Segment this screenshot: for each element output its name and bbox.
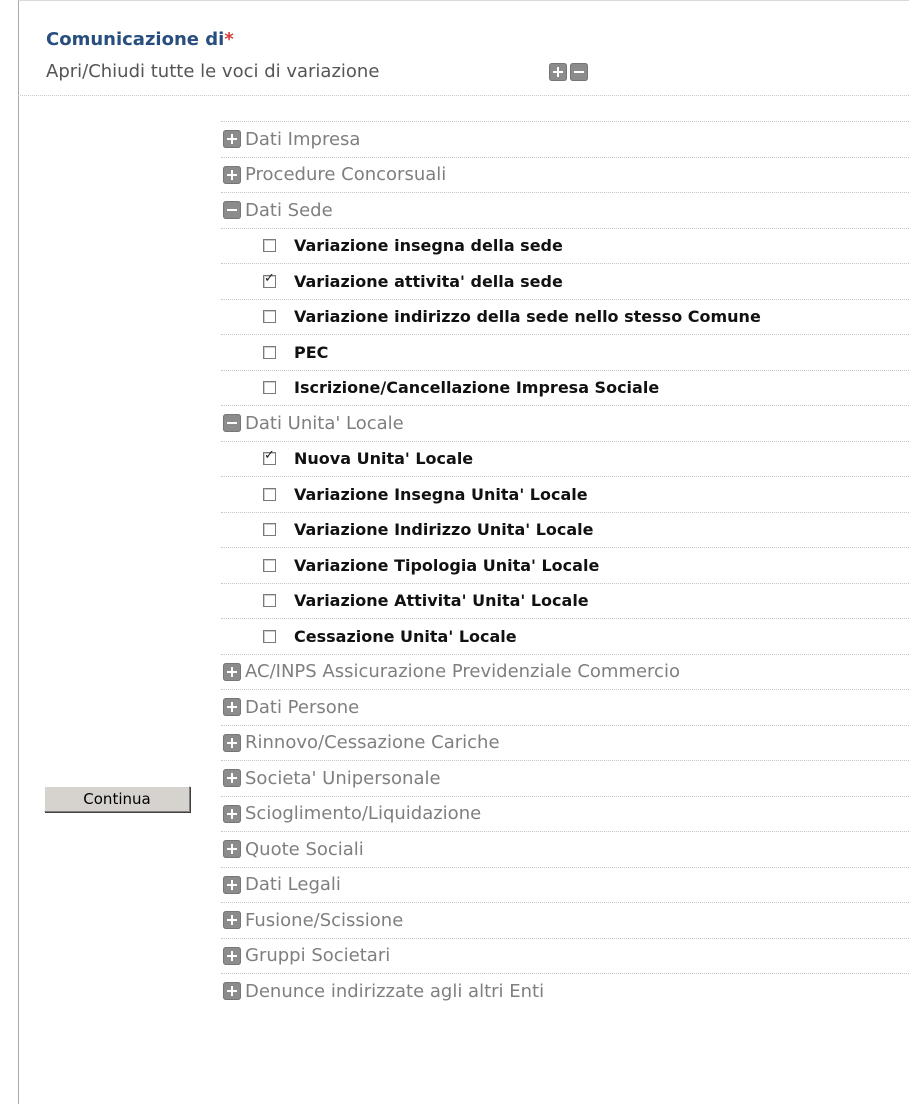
plus-icon[interactable] bbox=[223, 840, 241, 859]
section-label[interactable]: Societa' Unipersonale bbox=[245, 768, 441, 789]
option-label[interactable]: Iscrizione/Cancellazione Impresa Sociale bbox=[294, 378, 659, 397]
plus-icon[interactable] bbox=[223, 733, 241, 752]
section-row[interactable]: Dati Sede bbox=[221, 192, 909, 228]
variation-option: Variazione insegna della sede bbox=[221, 227, 909, 264]
option-label[interactable]: Variazione Indirizzo Unita' Locale bbox=[294, 520, 594, 539]
variation-sections-list: Dati Impresa Procedure Concorsuali Dati Se… bbox=[221, 121, 909, 1009]
required-mark: * bbox=[224, 29, 234, 50]
plus-icon[interactable] bbox=[223, 130, 241, 149]
toggle-all-label: Apri/Chiudi tutte le voci di variazione bbox=[46, 61, 380, 82]
checkbox-checked[interactable] bbox=[263, 448, 276, 466]
option-label[interactable]: Variazione indirizzo della sede nello st… bbox=[294, 307, 761, 326]
section-row[interactable]: Procedure Concorsuali bbox=[221, 156, 909, 193]
variation-option: PEC bbox=[221, 334, 909, 370]
continue-button[interactable]: Continua bbox=[44, 786, 190, 812]
section-row[interactable]: Societa' Unipersonale bbox=[221, 760, 909, 796]
checkbox[interactable] bbox=[263, 239, 276, 253]
variation-option: Variazione indirizzo della sede nello st… bbox=[221, 298, 909, 335]
plus-icon[interactable] bbox=[223, 769, 241, 788]
section-row[interactable]: Dati Persone bbox=[221, 689, 909, 725]
option-label[interactable]: Variazione insegna della sede bbox=[294, 236, 563, 255]
plus-icon[interactable] bbox=[223, 662, 241, 681]
section-row[interactable]: Dati Impresa bbox=[221, 121, 909, 157]
checkbox[interactable] bbox=[263, 381, 276, 395]
section-row[interactable]: Quote Sociali bbox=[221, 831, 909, 867]
minus-icon[interactable] bbox=[223, 201, 241, 220]
checkbox[interactable] bbox=[263, 594, 276, 608]
plus-icon[interactable] bbox=[223, 804, 241, 823]
checkbox[interactable] bbox=[263, 487, 276, 501]
option-label[interactable]: PEC bbox=[294, 343, 328, 362]
plus-icon[interactable] bbox=[223, 875, 241, 894]
section-row[interactable]: Fusione/Scissione bbox=[221, 902, 909, 938]
section-label[interactable]: Gruppi Societari bbox=[245, 945, 390, 966]
plus-icon[interactable] bbox=[223, 165, 241, 184]
checkbox[interactable] bbox=[263, 558, 276, 572]
variation-option: Nuova Unita' Locale bbox=[221, 440, 909, 477]
section-row[interactable]: Denunce indirizzate agli altri Enti bbox=[221, 973, 909, 1009]
plus-icon[interactable] bbox=[223, 911, 241, 930]
minus-icon[interactable] bbox=[223, 414, 241, 433]
header-divider bbox=[18, 95, 909, 97]
option-label[interactable]: Cessazione Unita' Locale bbox=[294, 627, 517, 646]
checkbox[interactable] bbox=[263, 310, 276, 324]
variation-option: Variazione Attivita' Unita' Locale bbox=[221, 582, 909, 619]
variation-option: Cessazione Unita' Locale bbox=[221, 618, 909, 654]
section-label[interactable]: Procedure Concorsuali bbox=[245, 164, 446, 185]
toggle-all-controls bbox=[549, 63, 588, 81]
section-label[interactable]: Dati Sede bbox=[245, 200, 333, 221]
section-label[interactable]: AC/INPS Assicurazione Previdenziale Comm… bbox=[245, 661, 680, 682]
section-label[interactable]: Dati Impresa bbox=[245, 129, 360, 150]
variation-option: Variazione Insegna Unita' Locale bbox=[221, 476, 909, 512]
section-label[interactable]: Rinnovo/Cessazione Cariche bbox=[245, 732, 500, 753]
section-label[interactable]: Scioglimento/Liquidazione bbox=[245, 803, 481, 824]
variation-option: Variazione attivita' della sede bbox=[221, 263, 909, 299]
section-row[interactable]: AC/INPS Assicurazione Previdenziale Comm… bbox=[221, 653, 909, 690]
plus-icon[interactable] bbox=[223, 698, 241, 717]
plus-icon[interactable] bbox=[223, 946, 241, 965]
option-label[interactable]: Nuova Unita' Locale bbox=[294, 449, 473, 468]
section-label[interactable]: Dati Persone bbox=[245, 697, 359, 718]
expand-all-plus-icon[interactable] bbox=[549, 63, 567, 81]
variation-option: Variazione Tipologia Unita' Locale bbox=[221, 547, 909, 583]
section-label[interactable]: Denunce indirizzate agli altri Enti bbox=[245, 981, 544, 1002]
option-label[interactable]: Variazione Insegna Unita' Locale bbox=[294, 485, 588, 504]
page-title: Comunicazione di* bbox=[46, 29, 234, 50]
section-row[interactable]: Dati Unita' Locale bbox=[221, 405, 909, 441]
section-label[interactable]: Quote Sociali bbox=[245, 839, 364, 860]
option-label[interactable]: Variazione Tipologia Unita' Locale bbox=[294, 556, 599, 575]
section-label[interactable]: Dati Unita' Locale bbox=[245, 413, 404, 434]
section-label[interactable]: Dati Legali bbox=[245, 874, 341, 895]
section-label[interactable]: Fusione/Scissione bbox=[245, 910, 403, 931]
variation-option: Variazione Indirizzo Unita' Locale bbox=[221, 511, 909, 548]
collapse-all-minus-icon[interactable] bbox=[570, 63, 588, 81]
option-label[interactable]: Variazione Attivita' Unita' Locale bbox=[294, 591, 589, 610]
section-row[interactable]: Gruppi Societari bbox=[221, 937, 909, 974]
checkbox-checked[interactable] bbox=[263, 271, 276, 288]
checkbox[interactable] bbox=[263, 523, 276, 537]
checkbox[interactable] bbox=[263, 629, 276, 643]
title-text: Comunicazione di bbox=[46, 29, 225, 50]
section-row[interactable]: Dati Legali bbox=[221, 866, 909, 903]
variation-option: Iscrizione/Cancellazione Impresa Sociale bbox=[221, 369, 909, 406]
plus-icon[interactable] bbox=[223, 982, 241, 1001]
checkbox[interactable] bbox=[263, 345, 276, 359]
section-row[interactable]: Rinnovo/Cessazione Cariche bbox=[221, 724, 909, 761]
section-row[interactable]: Scioglimento/Liquidazione bbox=[221, 795, 909, 832]
option-label[interactable]: Variazione attivita' della sede bbox=[294, 272, 563, 291]
